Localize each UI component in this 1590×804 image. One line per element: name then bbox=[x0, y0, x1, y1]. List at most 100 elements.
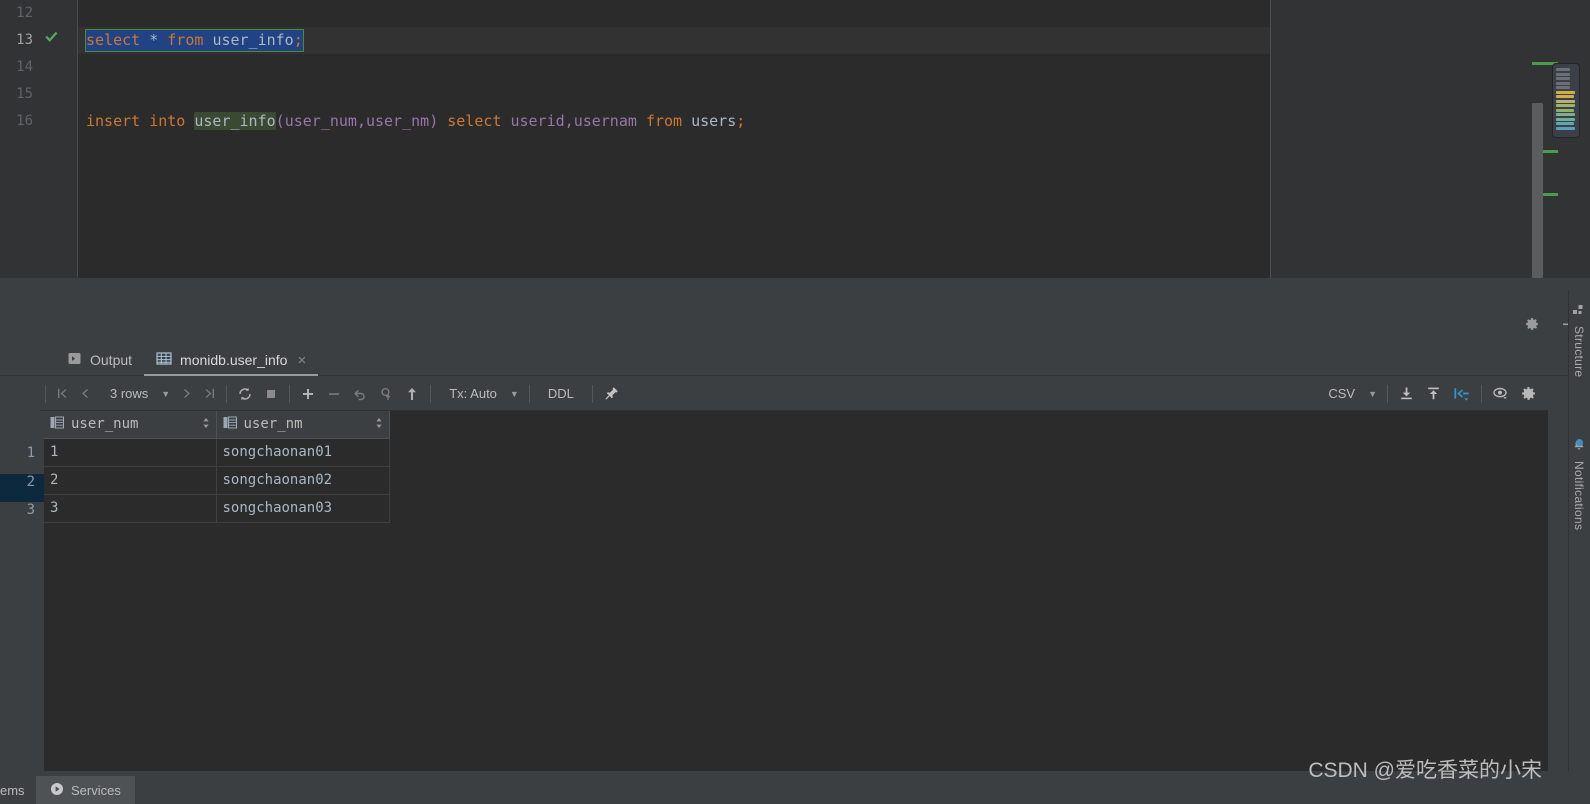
tab-monidb-user-info[interactable]: monidb.user_info × bbox=[144, 345, 318, 376]
data-table: user_num user_nm 1 songchaonan01 2 songchaon… bbox=[44, 411, 390, 523]
stop-icon[interactable] bbox=[258, 382, 284, 406]
sort-icon[interactable] bbox=[202, 417, 210, 431]
editor-code-area[interactable]: select * from user_info;insert into user… bbox=[78, 0, 1270, 278]
gear-icon[interactable] bbox=[1522, 314, 1542, 334]
code-token: from bbox=[645, 112, 683, 130]
code-token: user_info bbox=[194, 112, 276, 130]
right-tool-sidebar: Structure Notifications bbox=[1568, 290, 1590, 771]
gutter-line-14[interactable]: 14 bbox=[0, 54, 77, 81]
results-tabs: Output monidb.user_info × bbox=[0, 345, 1590, 376]
download-icon[interactable] bbox=[1393, 382, 1420, 406]
line-number: 13 bbox=[16, 32, 33, 48]
last-page-button[interactable] bbox=[198, 382, 221, 406]
revert-icon[interactable] bbox=[347, 382, 373, 406]
next-page-button[interactable] bbox=[175, 382, 198, 406]
lens-line bbox=[1556, 95, 1574, 98]
row-number[interactable]: 1 bbox=[0, 439, 44, 467]
gutter-line-15[interactable]: 15 bbox=[0, 81, 77, 108]
lens-line bbox=[1556, 72, 1570, 76]
column-header-user_num[interactable]: user_num bbox=[44, 411, 217, 439]
chevron-down-icon: ▼ bbox=[509, 388, 519, 399]
line-number: 12 bbox=[16, 5, 33, 21]
transaction-mode-selector[interactable]: Tx: Auto ▼ bbox=[436, 382, 524, 406]
code-token: insert bbox=[86, 112, 141, 130]
lens-line bbox=[1556, 81, 1570, 85]
column-header-user_nm[interactable]: user_nm bbox=[216, 411, 390, 439]
cell-user_num[interactable]: 3 bbox=[44, 494, 217, 523]
gear-icon[interactable] bbox=[1515, 382, 1542, 406]
row-count-selector[interactable]: 3 rows ▼ bbox=[97, 382, 175, 406]
editor-bottom-divider bbox=[0, 278, 1590, 290]
sidebar-label-notifications: Notifications bbox=[1572, 461, 1586, 531]
lens-line bbox=[1556, 68, 1570, 71]
table-row[interactable]: 3 songchaonan03 bbox=[44, 494, 390, 523]
tab-output[interactable]: Output bbox=[55, 345, 144, 376]
close-icon[interactable]: × bbox=[297, 352, 306, 369]
bottom-tab-services[interactable]: Services bbox=[36, 776, 135, 804]
pin-icon[interactable] bbox=[598, 382, 625, 406]
submit-icon[interactable] bbox=[399, 382, 425, 406]
code-line-16[interactable]: insert into user_info(user_num,user_nm) … bbox=[78, 108, 1270, 135]
cell-user_nm[interactable]: songchaonan02 bbox=[216, 466, 390, 495]
add-row-button[interactable] bbox=[295, 382, 321, 406]
results-panel-header bbox=[0, 305, 1590, 345]
code-line-14[interactable] bbox=[78, 54, 1270, 81]
eye-icon[interactable] bbox=[1487, 382, 1515, 406]
prev-page-button[interactable] bbox=[74, 382, 97, 406]
sidebar-item-notifications[interactable]: Notifications bbox=[1568, 438, 1590, 530]
lens-line bbox=[1556, 86, 1570, 89]
sidebar-item-structure[interactable]: Structure bbox=[1568, 304, 1590, 377]
row-number[interactable]: 3 bbox=[0, 496, 44, 524]
code-token: * bbox=[149, 31, 159, 49]
column-icon bbox=[50, 416, 64, 433]
bottom-tab-services-label: Services bbox=[71, 782, 121, 798]
row-count-label: 3 rows bbox=[110, 386, 149, 401]
lens-line bbox=[1556, 113, 1576, 116]
play-icon bbox=[50, 782, 64, 799]
run-output-icon bbox=[67, 351, 82, 369]
row-number[interactable]: 2 bbox=[0, 468, 44, 496]
code-token: into bbox=[149, 112, 186, 130]
gutter-line-13[interactable]: 13 bbox=[0, 27, 77, 54]
gutter-line-12[interactable]: 12 bbox=[0, 0, 77, 27]
tab-label: Output bbox=[90, 352, 133, 368]
lens-line bbox=[1556, 99, 1576, 103]
bottom-tab-problems[interactable]: ems bbox=[0, 776, 36, 804]
upload-to-db-icon[interactable] bbox=[1420, 382, 1447, 406]
compare-icon[interactable] bbox=[1447, 382, 1476, 406]
code-token: from bbox=[167, 31, 204, 49]
code-line-12[interactable] bbox=[78, 0, 1270, 27]
gutter-line-16[interactable]: 16 bbox=[0, 108, 77, 135]
code-token: , bbox=[356, 112, 366, 130]
check-mark-icon[interactable] bbox=[43, 27, 59, 54]
code-line-13[interactable]: select * from user_info; bbox=[78, 27, 1270, 54]
code-line-15[interactable] bbox=[78, 81, 1270, 108]
editor-vertical-scrollbar[interactable] bbox=[1532, 103, 1543, 278]
cell-user_num[interactable]: 2 bbox=[44, 466, 217, 495]
selected-statement[interactable]: select * from user_info; bbox=[85, 29, 304, 52]
result-grid: 123 user_num user_nm 1 songchaonan01 2 songc… bbox=[0, 411, 1548, 771]
first-page-button[interactable] bbox=[51, 382, 74, 406]
code-token: user_nm bbox=[365, 112, 430, 130]
tab-label: monidb.user_info bbox=[180, 352, 288, 368]
table-row[interactable]: 2 songchaonan02 bbox=[44, 466, 390, 495]
line-number: 16 bbox=[16, 113, 33, 129]
delete-row-button[interactable] bbox=[321, 382, 347, 406]
cell-user_nm[interactable]: songchaonan03 bbox=[216, 494, 390, 523]
cell-user_nm[interactable]: songchaonan01 bbox=[216, 438, 390, 467]
line-number: 14 bbox=[16, 59, 33, 75]
cell-user_num[interactable]: 1 bbox=[44, 438, 217, 467]
code-token: userid bbox=[510, 112, 565, 130]
ddl-button[interactable]: DDL bbox=[535, 382, 587, 406]
refresh-icon[interactable] bbox=[232, 382, 258, 406]
notification-badge bbox=[1576, 439, 1583, 446]
table-row[interactable]: 1 songchaonan01 bbox=[44, 438, 390, 467]
editor-gutter: 12 13 14 15 16 bbox=[0, 0, 78, 278]
sort-icon[interactable] bbox=[375, 417, 383, 431]
row-number-gutter: 123 bbox=[0, 411, 44, 771]
export-format-selector[interactable]: CSV ▼ bbox=[1315, 382, 1382, 406]
editor-right-pane bbox=[1270, 0, 1590, 278]
revert-selected-icon[interactable] bbox=[373, 382, 399, 406]
